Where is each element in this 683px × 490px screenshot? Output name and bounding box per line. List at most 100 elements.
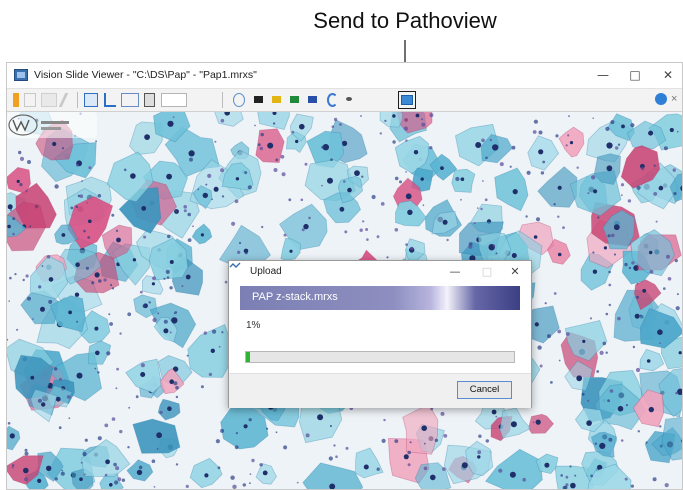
dialog-close-button[interactable]: ✕	[504, 263, 526, 280]
upload-dialog: Upload — □ ✕ PAP z-stack.mrxs 1% Cancel	[228, 260, 532, 408]
cell-nucleus	[144, 134, 151, 140]
leukocyte-dot	[587, 399, 590, 402]
leukocyte-dot	[344, 230, 348, 234]
leukocyte-dot	[581, 392, 585, 396]
leukocyte-dot	[361, 175, 364, 178]
leukocyte-dot	[119, 429, 123, 434]
leukocyte-dot	[455, 176, 460, 182]
leukocyte-dot	[443, 434, 448, 438]
black-marker-icon[interactable]	[254, 96, 263, 103]
leukocyte-dot	[185, 484, 189, 488]
leukocyte-dot	[330, 158, 333, 161]
close-button[interactable]: ✕	[655, 66, 681, 84]
cell-nucleus	[491, 409, 497, 415]
leukocyte-dot	[24, 477, 29, 482]
leukocyte-dot	[159, 410, 163, 414]
leukocyte-dot	[175, 395, 179, 399]
cell-nucleus	[582, 339, 586, 343]
leukocyte-dot	[288, 198, 292, 202]
cell-nucleus	[295, 139, 299, 144]
leukocyte-dot	[187, 212, 191, 217]
cell-nucleus	[413, 150, 419, 155]
leukocyte-dot	[565, 332, 570, 336]
help-icon[interactable]	[655, 93, 667, 105]
cell-nucleus	[421, 425, 428, 432]
cell-nucleus	[678, 351, 682, 355]
cell-nucleus	[533, 235, 538, 239]
leukocyte-dot	[166, 276, 170, 279]
leukocyte-dot	[405, 171, 407, 173]
save-icon[interactable]	[144, 93, 155, 107]
cell-nucleus	[512, 189, 518, 195]
cell-nucleus	[570, 482, 576, 489]
cell-nucleus	[303, 223, 309, 230]
cell-nucleus	[442, 219, 448, 225]
cell-nucleus	[185, 274, 191, 280]
cell-nucleus	[475, 142, 482, 148]
rect-dropdown-icon[interactable]	[121, 93, 139, 107]
leukocyte-dot	[333, 444, 336, 447]
leukocyte-dot	[329, 424, 332, 428]
leukocyte-dot	[631, 261, 635, 265]
rotate-dropdown-icon[interactable]	[327, 93, 338, 107]
leukocyte-dot	[19, 156, 25, 161]
cell-nucleus	[606, 142, 613, 149]
toolbar-separator	[77, 92, 78, 108]
send-to-pathoview-icon[interactable]	[401, 95, 413, 105]
leukocyte-dot	[509, 165, 512, 168]
cell-nucleus	[511, 253, 517, 258]
leukocyte-dot	[640, 166, 645, 171]
leukocyte-dot	[214, 140, 217, 143]
leukocyte-dot	[211, 198, 213, 201]
select-rect-icon[interactable]	[84, 93, 98, 107]
cell-nucleus	[339, 206, 345, 212]
crop-icon[interactable]	[104, 93, 116, 107]
leukocyte-dot	[331, 125, 335, 128]
close-panel-icon[interactable]: ×	[671, 93, 680, 105]
leukocyte-dot	[14, 273, 17, 276]
leukocyte-dot	[32, 318, 34, 320]
leukocyte-dot	[430, 407, 434, 411]
dots-dropdown-icon[interactable]	[346, 97, 352, 101]
minimize-button[interactable]: —	[590, 66, 616, 84]
blue-marker-icon[interactable]	[308, 96, 317, 103]
pen-icon[interactable]	[58, 93, 76, 107]
cell-nucleus	[7, 204, 13, 210]
cell-nucleus	[95, 350, 100, 356]
leukocyte-dot	[128, 406, 131, 409]
leukocyte-dot	[366, 238, 369, 241]
cell-nucleus	[557, 185, 562, 190]
green-marker-icon[interactable]	[290, 96, 299, 103]
yellow-marker-icon[interactable]	[272, 96, 281, 103]
leukocyte-dot	[203, 331, 207, 335]
layers-icon[interactable]	[13, 93, 19, 107]
leukocyte-dot	[123, 168, 127, 172]
leukocyte-dot	[76, 163, 79, 167]
leukocyte-dot	[440, 411, 445, 416]
leukocyte-dot	[407, 463, 411, 467]
image-dropdown-icon[interactable]	[41, 93, 57, 107]
leukocyte-dot	[37, 398, 42, 403]
slide-image-view[interactable]: Upload — □ ✕ PAP z-stack.mrxs 1% Cancel	[7, 112, 682, 489]
cell-nucleus	[30, 375, 35, 380]
leukocyte-dot	[151, 459, 156, 464]
cell-nucleus	[646, 359, 651, 363]
cell-nucleus	[141, 206, 147, 211]
leukocyte-dot	[653, 164, 656, 167]
maximize-button[interactable]: □	[622, 66, 648, 84]
leukocyte-dot	[237, 250, 241, 254]
leukocyte-dot	[399, 180, 402, 184]
dialog-minimize-button[interactable]: —	[444, 263, 466, 280]
leukocyte-dot	[173, 312, 176, 315]
cell-nucleus	[405, 193, 412, 200]
leukocyte-dot	[429, 146, 433, 150]
leukocyte-dot	[111, 417, 116, 421]
leukocyte-dot	[617, 143, 621, 146]
move-icon[interactable]	[233, 93, 245, 107]
cancel-button[interactable]: Cancel	[457, 381, 512, 399]
cell-nucleus	[592, 269, 598, 274]
leukocyte-dot	[242, 483, 246, 487]
window-titlebar: Vision Slide Viewer - "C:\DS\Pap" - "Pap…	[7, 63, 682, 88]
zoom-field-icon[interactable]	[161, 93, 187, 107]
grid-icon[interactable]	[24, 93, 36, 107]
